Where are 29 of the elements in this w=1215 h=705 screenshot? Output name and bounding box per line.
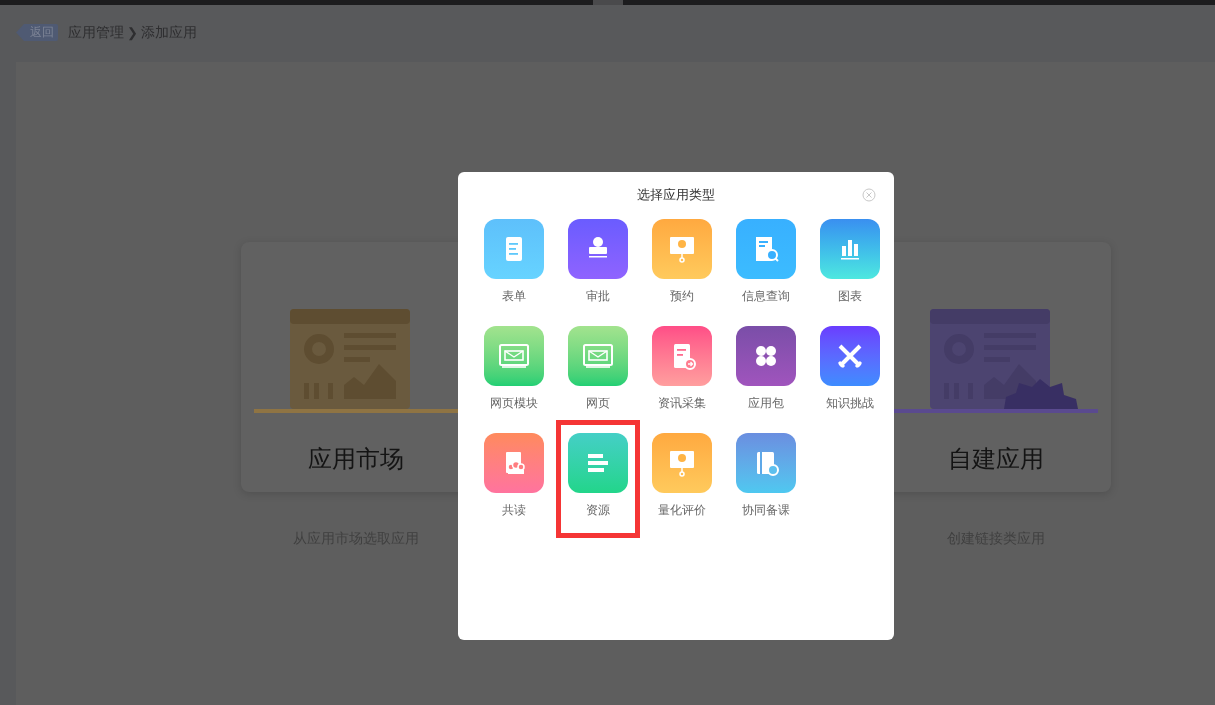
breadcrumb-separator: ❯ [127,23,138,43]
app-type-item[interactable]: 信息查询 [724,218,808,322]
app-type-item[interactable]: 审批 [556,218,640,322]
app-type-label: 量化评价 [658,502,706,519]
app-type-label: 图表 [838,288,862,305]
app-type-label: 资讯采集 [658,395,706,412]
app-type-label: 信息查询 [742,288,790,305]
app-type-label: 预约 [670,288,694,305]
app-type-item[interactable]: 共读 [472,432,556,536]
app-type-label: 知识挑战 [826,395,874,412]
app-type-label: 表单 [502,288,526,305]
app-type-item[interactable]: 资讯采集 [640,325,724,429]
close-icon[interactable] [862,188,876,202]
app-type-label: 网页 [586,395,610,412]
app-type-label: 网页模块 [490,395,538,412]
dialog-title: 选择应用类型 [637,186,715,205]
app-type-label: 资源 [586,502,610,519]
card-title: 应用市场 [308,444,404,474]
app-type-item[interactable]: 表单 [472,218,556,322]
app-type-item[interactable]: 预约 [640,218,724,322]
app-type-label: 协同备课 [742,502,790,519]
app-type-item[interactable]: 协同备课 [724,432,808,536]
app-type-item[interactable]: 网页模块 [472,325,556,429]
card-title: 自建应用 [948,444,1044,474]
app-type-label: 共读 [502,502,526,519]
app-type-label: 应用包 [748,395,784,412]
app-type-label: 审批 [586,288,610,305]
app-type-item[interactable]: 量化评价 [640,432,724,536]
app-type-item[interactable]: 应用包 [724,325,808,429]
